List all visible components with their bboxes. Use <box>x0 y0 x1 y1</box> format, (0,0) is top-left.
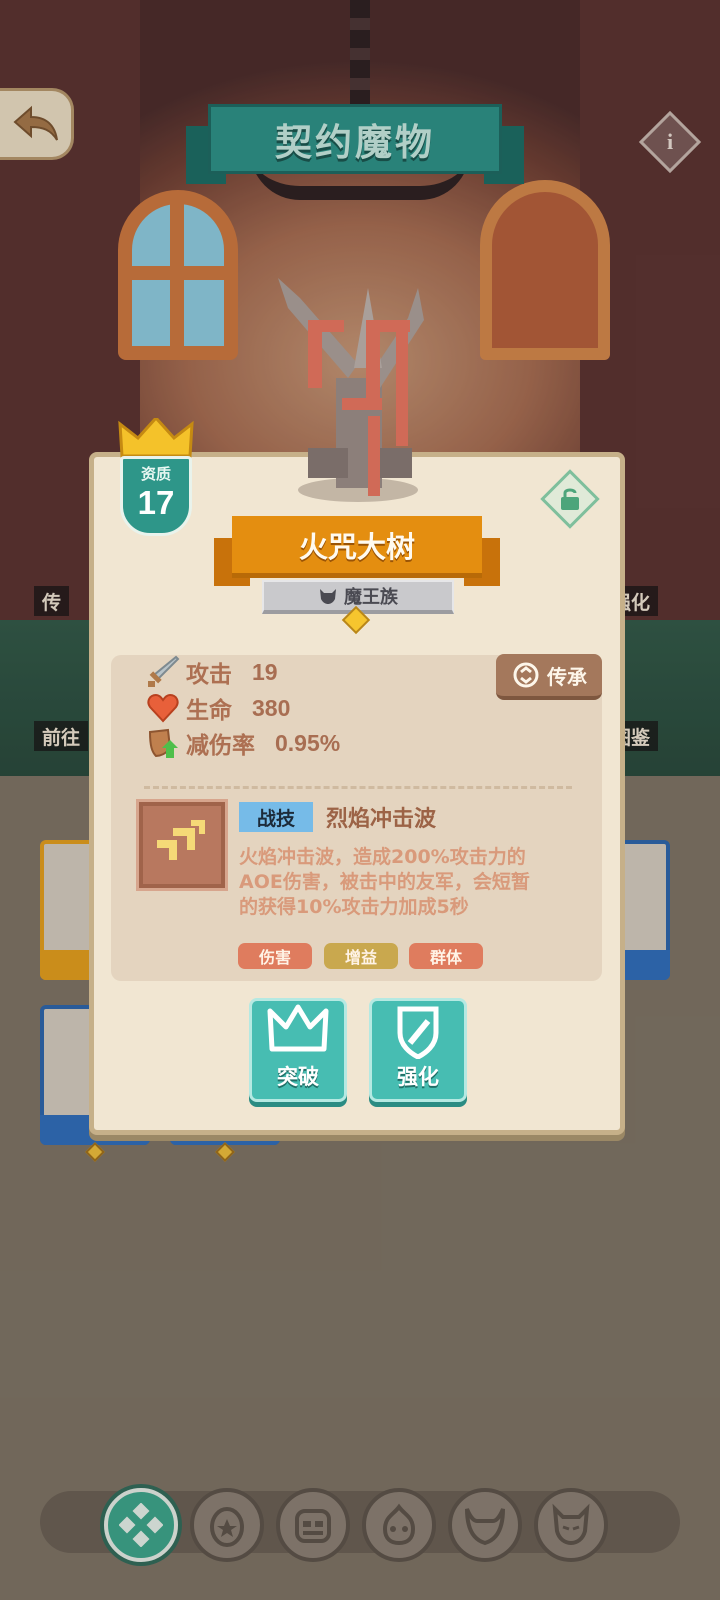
skill-icon-frame[interactable] <box>136 799 228 891</box>
stat-value: 19 <box>252 658 278 685</box>
tree-monster-icon <box>278 278 424 502</box>
unlock-icon <box>561 488 579 510</box>
quality-label: 资质 <box>140 465 171 483</box>
sword-icon <box>148 655 180 687</box>
demon-tribe-icon <box>320 589 336 604</box>
stat-label: 生命 <box>186 698 232 724</box>
stat-row-attack: 攻击 19 <box>146 655 278 689</box>
skill-chip-aoe: 群体 <box>409 943 483 969</box>
shield-icon <box>148 728 178 758</box>
stat-label: 减伤率 <box>186 733 255 759</box>
crown-icon <box>267 1004 329 1052</box>
heart-icon <box>147 693 179 723</box>
enhance-label: 强化 <box>397 1065 439 1089</box>
monster-name-banner: 火咒大树 <box>214 516 500 588</box>
inherit-label: 传承 <box>547 664 587 689</box>
enhance-button[interactable]: 强化 <box>369 998 467 1102</box>
skill-chip-buff: 增益 <box>324 943 398 969</box>
stat-label: 攻击 <box>186 662 232 688</box>
inherit-cycle-icon <box>513 662 539 688</box>
quality-value: 17 <box>137 484 175 521</box>
divider <box>144 786 572 789</box>
stat-row-damage-reduction: 减伤率 0.95% <box>146 726 340 760</box>
stat-value: 380 <box>252 694 291 721</box>
skill-name: 烈焰冲击波 <box>326 807 437 832</box>
breakthrough-button[interactable]: 突破 <box>249 998 347 1102</box>
skill-description: 火焰冲击波，造成200%攻击力的 AOE伤害，被击中的友军，会短暂 的获得10%… <box>239 846 530 918</box>
flame-wave-skill-icon <box>157 820 205 860</box>
stat-value: 0.95% <box>275 729 341 756</box>
inherit-button[interactable]: 传承 <box>496 654 602 700</box>
skill-chip-damage: 伤害 <box>238 943 312 969</box>
shield-sword-icon <box>397 1006 439 1059</box>
stat-row-health: 生命 380 <box>146 691 290 725</box>
skill-type-tag: 战技 <box>239 802 313 832</box>
tribe-label: 魔王族 <box>344 587 398 608</box>
monster-illustration <box>248 268 468 508</box>
breakthrough-label: 突破 <box>277 1065 319 1089</box>
crown-icon <box>118 418 194 458</box>
quality-badge: 资质 17 <box>118 418 194 538</box>
monster-name: 火咒大树 <box>298 529 415 564</box>
